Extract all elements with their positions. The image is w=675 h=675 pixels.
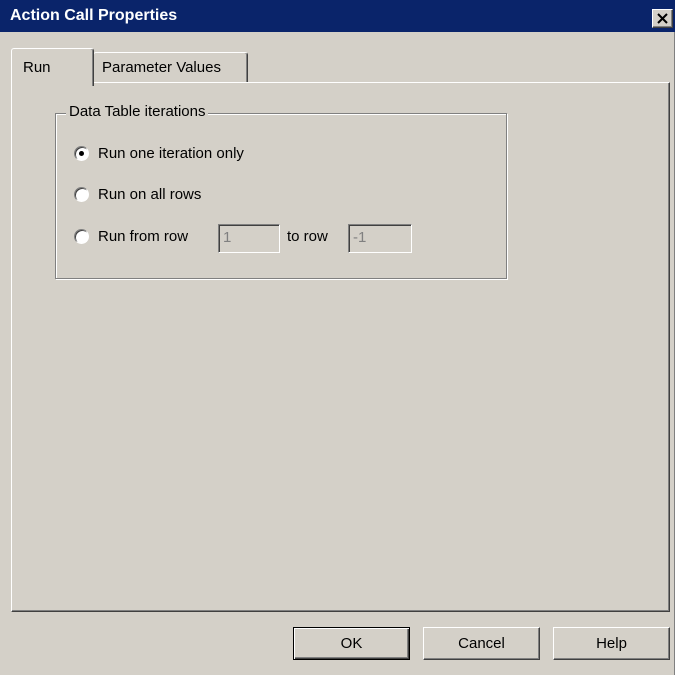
radio-label[interactable]: Run from row xyxy=(98,228,188,246)
tab-run-label: Run xyxy=(23,59,51,76)
radio-button[interactable] xyxy=(74,187,89,202)
tab-parameter-values-label: Parameter Values xyxy=(102,59,221,76)
help-button[interactable]: Help xyxy=(553,627,670,660)
data-table-iterations-group: Data Table iterations Run one iteration … xyxy=(55,103,507,279)
radio-label[interactable]: Run on all rows xyxy=(98,186,201,204)
radio-button[interactable] xyxy=(74,146,89,161)
from-row-input[interactable]: 1 xyxy=(218,224,280,253)
radio-selected-dot xyxy=(79,151,84,156)
cancel-button[interactable]: Cancel xyxy=(423,627,540,660)
radio-button[interactable] xyxy=(74,229,89,244)
window-title: Action Call Properties xyxy=(10,7,178,24)
ok-button[interactable]: OK xyxy=(293,627,410,660)
radio-run-from-row[interactable]: Run from row 1 to row -1 xyxy=(74,224,494,253)
to-row-input[interactable]: -1 xyxy=(348,224,412,253)
title-bar[interactable]: Action Call Properties xyxy=(0,0,675,32)
tab-run[interactable]: Run xyxy=(11,48,94,86)
tab-panel-run: Data Table iterations Run one iteration … xyxy=(11,82,670,612)
to-row-label: to row xyxy=(287,228,328,245)
close-icon xyxy=(657,13,668,24)
dialog-window: Action Call Properties Run Parameter Val… xyxy=(0,0,675,675)
group-legend: Data Table iterations xyxy=(66,103,209,121)
tab-parameter-values[interactable]: Parameter Values xyxy=(93,52,248,83)
close-button[interactable] xyxy=(652,9,673,28)
radio-label[interactable]: Run one iteration only xyxy=(98,145,244,163)
